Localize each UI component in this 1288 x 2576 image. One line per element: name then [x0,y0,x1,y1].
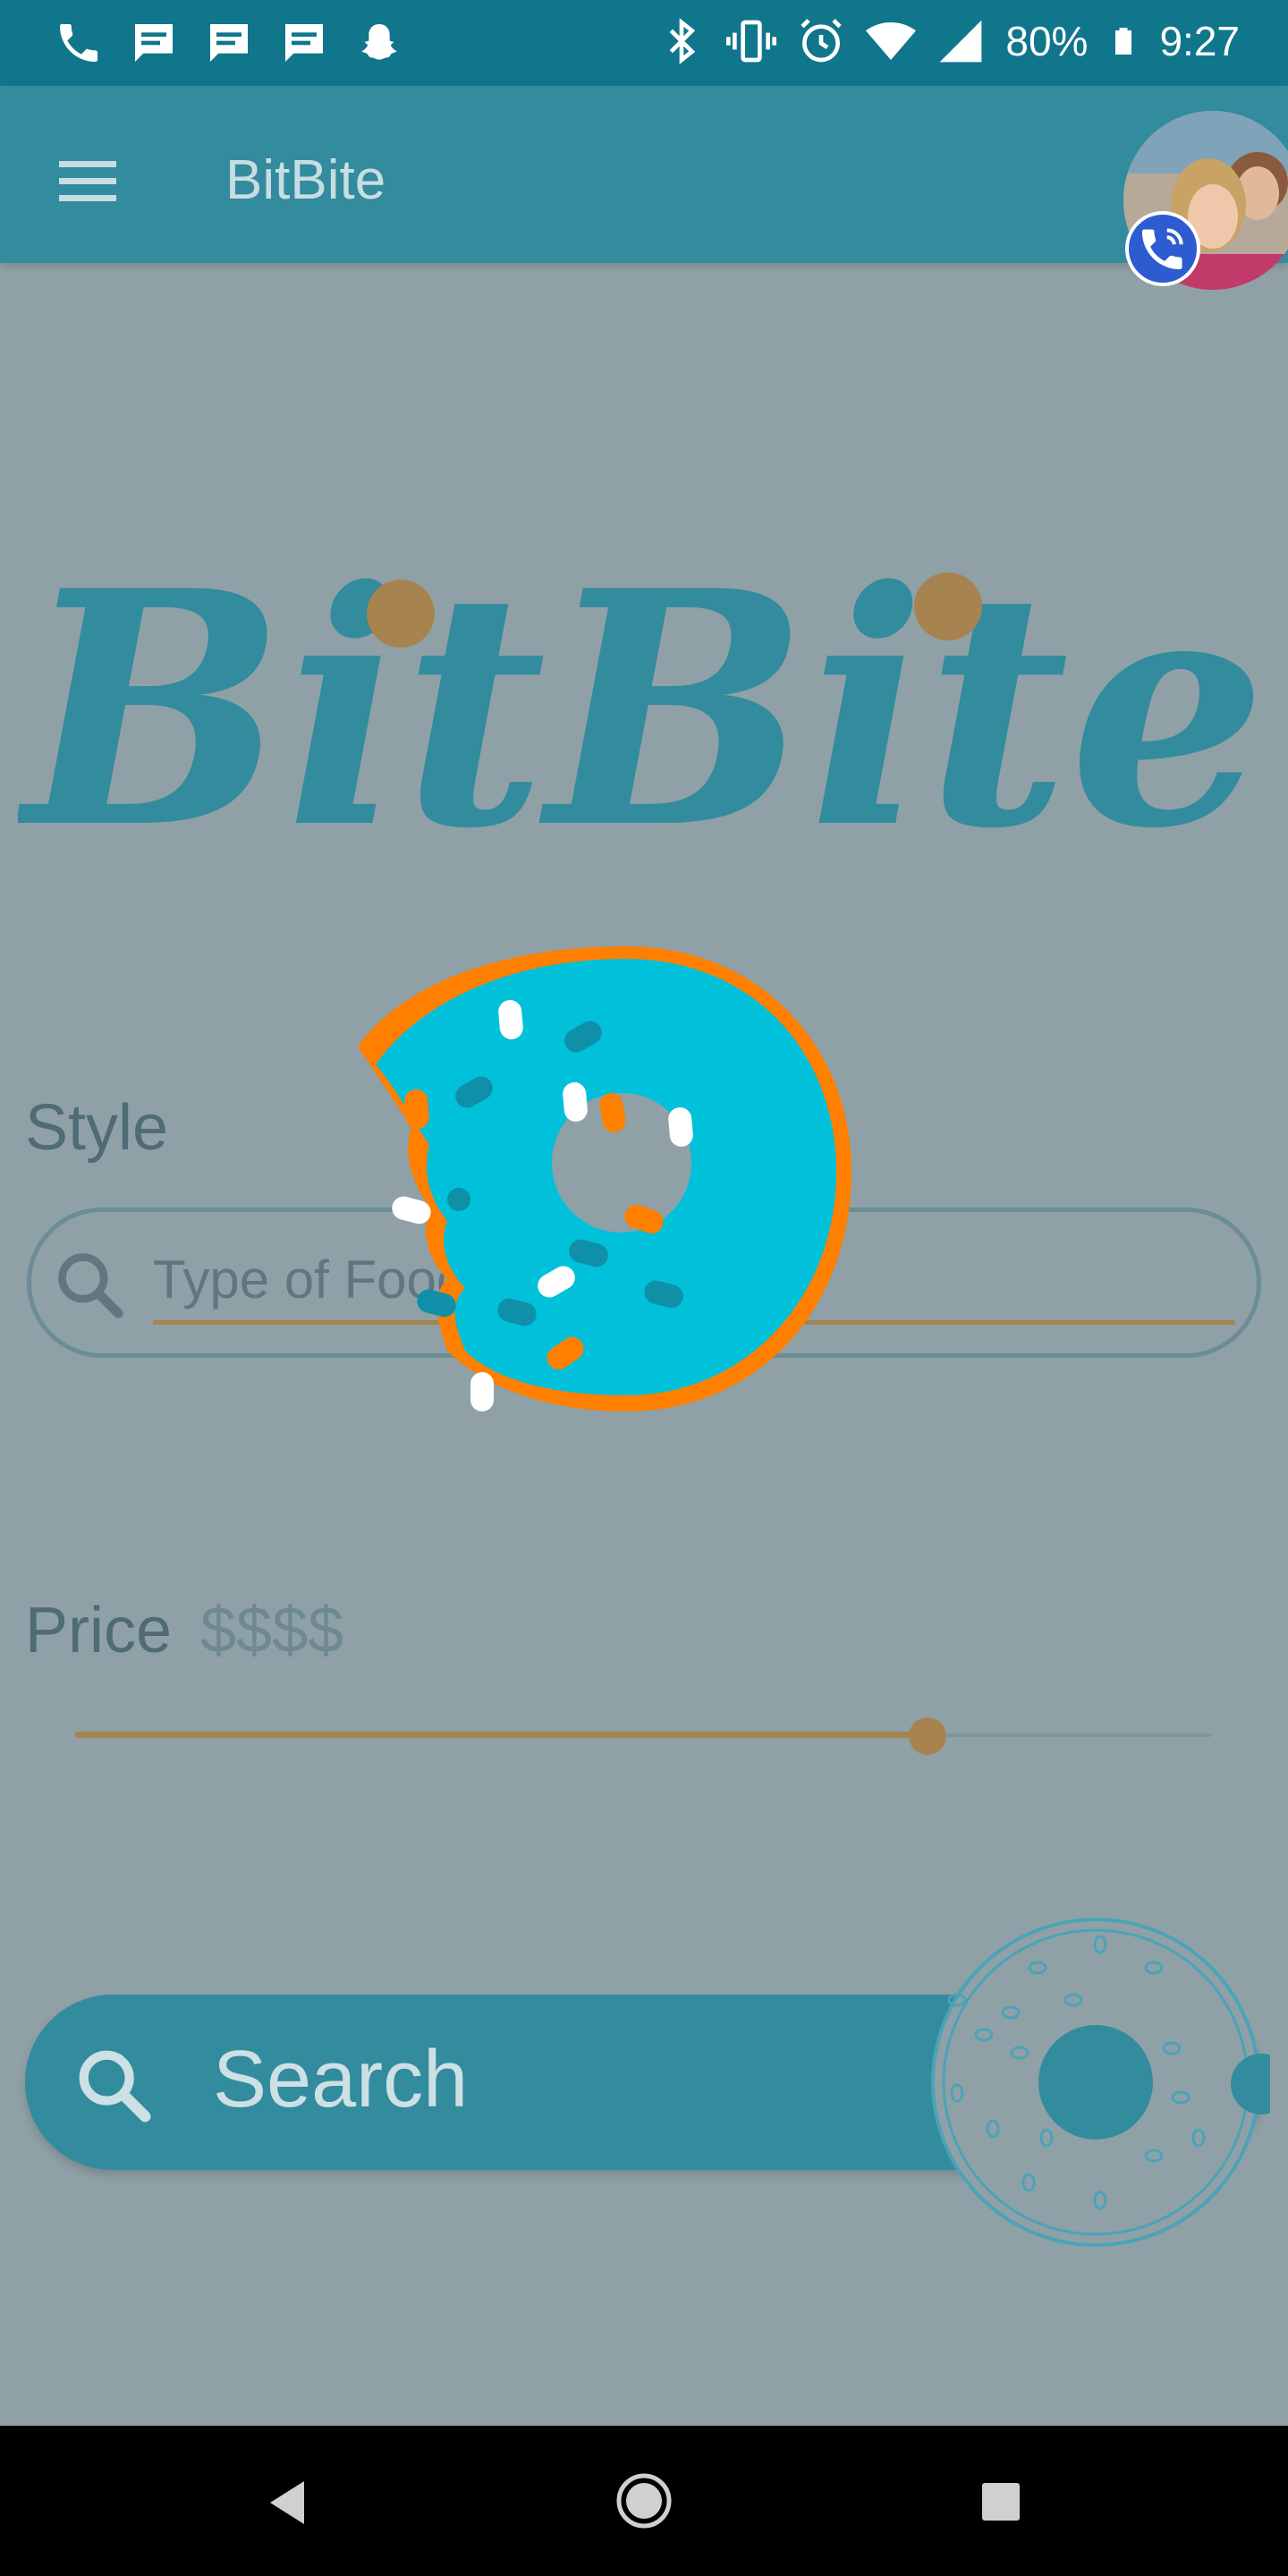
signal-icon [940,20,982,63]
donut-outline-icon [931,1918,1270,2247]
price-slider[interactable] [75,1717,1211,1755]
status-bar: 80% 9:27 [0,0,1288,86]
nav-bar [0,2426,1288,2576]
wifi-icon [866,22,917,60]
phone-icon [60,24,97,62]
price-value: $$$$ [200,1595,344,1666]
search-icon [58,1253,123,1318]
battery-icon [1115,28,1132,55]
message-icon [135,24,173,62]
ongoing-call-badge[interactable] [1125,211,1200,286]
back-icon[interactable] [265,2478,309,2528]
snapchat-icon [361,24,397,60]
slider-fill [75,1732,928,1738]
call-bubble[interactable] [1123,111,1288,290]
search-icon [79,2050,151,2123]
app-bar: BitBite [0,86,1288,263]
bitbite-logo: BitBite [18,521,1267,877]
donut-loading-icon [358,946,852,1411]
svg-text:BitBite: BitBite [18,521,1267,877]
home-icon[interactable] [615,2472,673,2529]
recents-icon[interactable] [980,2481,1021,2522]
slider-thumb[interactable] [908,1717,946,1755]
phone-call-icon [1141,228,1183,270]
price-label: Price [25,1595,173,1666]
bluetooth-icon [670,18,696,64]
battery-percent: 80% [1005,18,1089,64]
message-icon [210,24,248,62]
menu-icon[interactable] [52,154,123,208]
app-title: BitBite [225,149,386,211]
vibrate-icon [726,20,777,63]
style-label: Style [25,1092,169,1164]
alarm-icon [801,19,843,63]
clock: 9:27 [1159,18,1240,64]
message-icon [285,24,323,62]
search-button-label: Search [213,2035,469,2124]
